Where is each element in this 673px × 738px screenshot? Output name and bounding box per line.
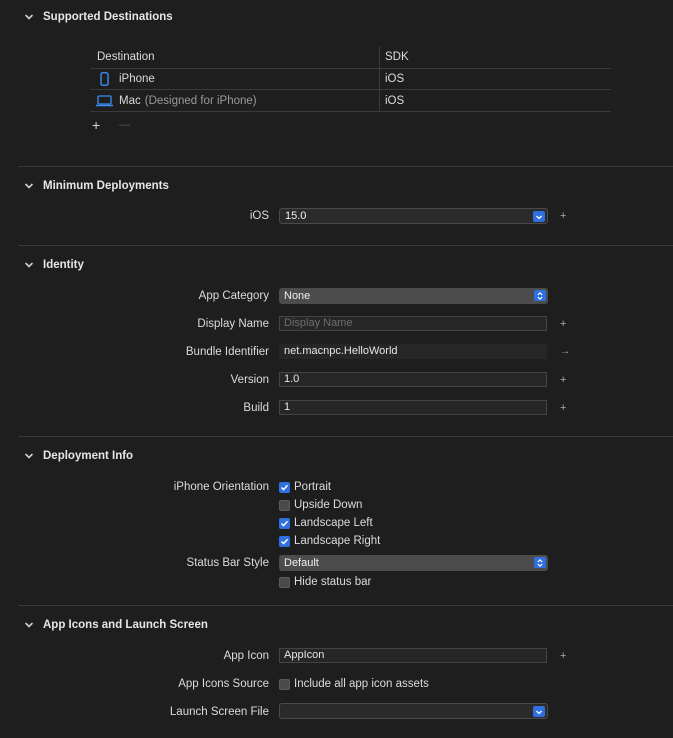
app-icon-field[interactable]: AppIcon bbox=[279, 648, 547, 663]
divider bbox=[18, 166, 673, 167]
chevron-down-icon bbox=[24, 622, 34, 628]
plus-icon[interactable]: + bbox=[560, 402, 566, 414]
section-app-icons[interactable]: App Icons and Launch Screen bbox=[24, 616, 208, 634]
chevron-down-icon bbox=[24, 183, 34, 189]
plus-icon[interactable]: + bbox=[560, 210, 566, 222]
checkbox-portrait[interactable]: Portrait bbox=[279, 480, 331, 494]
chevron-down-icon bbox=[533, 706, 545, 717]
destinations-table-header: Destination SDK bbox=[90, 46, 611, 69]
checkmark-icon bbox=[279, 535, 290, 547]
ios-version-value: 15.0 bbox=[285, 210, 307, 222]
checkmark-icon bbox=[279, 481, 290, 493]
status-bar-style-value: Default bbox=[284, 557, 319, 569]
app-category-value: None bbox=[284, 290, 311, 302]
section-title: App Icons and Launch Screen bbox=[43, 619, 208, 631]
table-row[interactable]: Mac (Designed for iPhone) iOS bbox=[90, 90, 611, 112]
column-destination[interactable]: Destination bbox=[97, 46, 155, 68]
section-deployment-info[interactable]: Deployment Info bbox=[24, 447, 133, 465]
checkbox-label: Landscape Left bbox=[294, 517, 373, 529]
checkbox-empty-icon bbox=[279, 499, 290, 511]
section-identity[interactable]: Identity bbox=[24, 256, 84, 274]
chevron-updown-icon bbox=[533, 211, 545, 222]
section-title: Identity bbox=[43, 259, 84, 271]
checkbox-label: Landscape Right bbox=[294, 535, 381, 547]
checkbox-label: Upside Down bbox=[294, 499, 363, 511]
section-supported-destinations[interactable]: Supported Destinations bbox=[24, 8, 173, 26]
destination-name: Mac bbox=[119, 94, 141, 107]
chevron-updown-icon bbox=[534, 557, 546, 568]
destination-name: iPhone bbox=[119, 72, 155, 85]
section-title: Supported Destinations bbox=[43, 11, 173, 23]
chevron-down-icon bbox=[24, 14, 34, 20]
checkbox-label: Hide status bar bbox=[294, 576, 372, 588]
iphone-orientation-label: iPhone Orientation bbox=[173, 481, 269, 493]
divider bbox=[18, 605, 673, 606]
version-label: Version bbox=[230, 374, 269, 386]
laptop-icon bbox=[96, 94, 113, 106]
bundle-identifier-label: Bundle Identifier bbox=[185, 346, 269, 358]
status-bar-style-popup[interactable]: Default bbox=[279, 555, 548, 571]
ios-label: iOS bbox=[249, 210, 269, 222]
ios-version-popup[interactable]: 15.0 bbox=[279, 208, 548, 224]
checkbox-empty-icon bbox=[279, 678, 290, 690]
chevron-down-icon bbox=[24, 453, 34, 459]
checkbox-landscape-right[interactable]: Landscape Right bbox=[279, 534, 380, 548]
checkbox-include-icon-assets[interactable]: Include all app icon assets bbox=[279, 677, 429, 691]
table-row[interactable]: iPhone iOS bbox=[90, 68, 611, 90]
add-destination-button[interactable]: + bbox=[92, 117, 100, 133]
iphone-icon bbox=[100, 71, 109, 86]
display-name-label: Display Name bbox=[197, 318, 269, 330]
plus-icon[interactable]: + bbox=[560, 650, 566, 662]
checkbox-landscape-left[interactable]: Landscape Left bbox=[279, 516, 373, 530]
build-field[interactable]: 1 bbox=[279, 400, 547, 415]
version-field[interactable]: 1.0 bbox=[279, 372, 547, 387]
app-category-label: App Category bbox=[198, 290, 269, 302]
checkbox-empty-icon bbox=[279, 576, 290, 588]
checkbox-label: Include all app icon assets bbox=[294, 678, 429, 690]
launch-screen-popup[interactable] bbox=[279, 703, 548, 719]
launch-screen-label: Launch Screen File bbox=[169, 706, 269, 718]
display-name-field[interactable]: Display Name bbox=[279, 316, 547, 331]
divider bbox=[18, 245, 673, 246]
bundle-identifier-field[interactable]: net.macnpc.HelloWorld bbox=[279, 344, 547, 359]
app-icon-label: App Icon bbox=[223, 650, 269, 662]
remove-destination-button[interactable]: — bbox=[119, 119, 130, 131]
plus-icon[interactable]: + bbox=[560, 374, 566, 386]
arrow-right-icon[interactable]: → bbox=[560, 346, 570, 357]
section-minimum-deployments[interactable]: Minimum Deployments bbox=[24, 177, 169, 195]
checkbox-label: Portrait bbox=[294, 481, 332, 493]
checkbox-hide-status-bar[interactable]: Hide status bar bbox=[279, 575, 371, 589]
chevron-down-icon bbox=[24, 262, 34, 268]
checkbox-upside-down[interactable]: Upside Down bbox=[279, 498, 362, 512]
destination-suffix: (Designed for iPhone) bbox=[144, 94, 257, 107]
build-label: Build bbox=[243, 402, 269, 414]
section-title: Deployment Info bbox=[43, 450, 134, 462]
column-sdk[interactable]: SDK bbox=[385, 46, 409, 68]
checkmark-icon bbox=[279, 517, 290, 529]
chevron-updown-icon bbox=[534, 290, 546, 301]
destination-sdk: iOS bbox=[385, 72, 405, 85]
destination-sdk: iOS bbox=[385, 94, 405, 107]
app-icons-source-label: App Icons Source bbox=[178, 678, 269, 690]
plus-icon[interactable]: + bbox=[560, 318, 566, 330]
status-bar-style-label: Status Bar Style bbox=[186, 557, 269, 569]
section-title: Minimum Deployments bbox=[43, 180, 169, 192]
app-category-popup[interactable]: None bbox=[279, 288, 548, 304]
divider bbox=[18, 436, 673, 437]
